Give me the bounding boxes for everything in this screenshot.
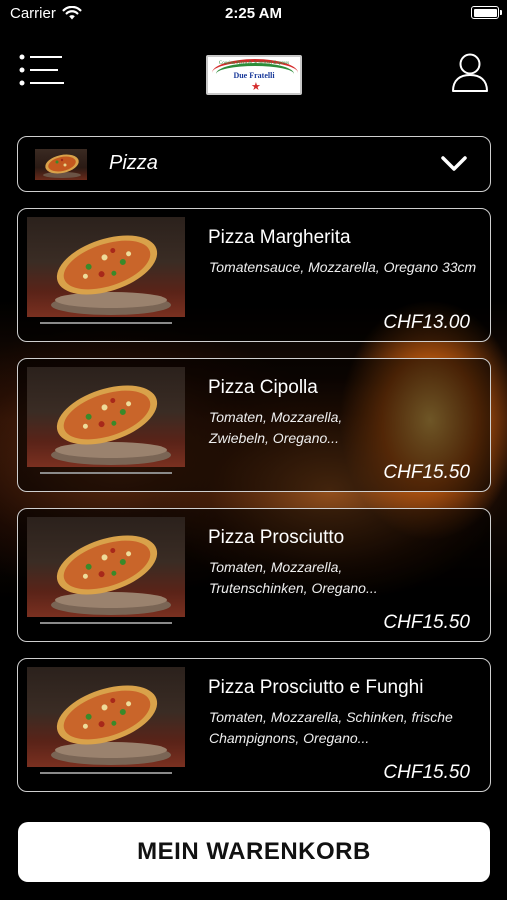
product-image <box>27 667 185 767</box>
product-card[interactable]: Pizza Margherita Tomatensauce, Mozzarell… <box>17 208 491 342</box>
product-description: Tomatensauce, Mozzarella, Oregano 33cm <box>209 259 477 275</box>
app-header: Cousins Pizza & Schnitzel Express Due Fr… <box>0 45 507 105</box>
battery-icon <box>471 6 502 19</box>
product-price: CHF15.50 <box>383 462 470 483</box>
category-dropdown[interactable]: Pizza <box>17 136 491 192</box>
product-card[interactable]: Pizza Prosciutto e Funghi Tomaten, Mozza… <box>17 658 491 792</box>
product-name: Pizza Prosciutto e Funghi <box>208 677 424 698</box>
selected-category: Pizza <box>109 152 158 174</box>
product-name: Pizza Prosciutto <box>208 527 345 548</box>
product-image <box>27 517 185 617</box>
image-underline <box>40 622 172 624</box>
image-underline <box>40 472 172 474</box>
product-price: CHF15.50 <box>383 762 470 783</box>
brand-logo[interactable]: Cousins Pizza & Schnitzel Express Due Fr… <box>206 55 302 95</box>
chevron-down-icon <box>441 156 467 171</box>
product-name: Pizza Cipolla <box>208 377 318 398</box>
star-icon: ★ <box>251 80 261 93</box>
product-description: Tomaten, Mozzarella, Trutenschinken, Ore… <box>209 559 378 596</box>
logo-tagline: Cousins Pizza & Schnitzel Express <box>218 61 290 66</box>
product-price: CHF15.50 <box>383 612 470 633</box>
cart-button[interactable]: MEIN WARENKORB <box>18 822 490 882</box>
category-thumbnail <box>35 149 87 180</box>
product-image <box>27 367 185 467</box>
product-description: Tomaten, Mozzarella, Schinken, frische C… <box>209 709 453 746</box>
product-description: Tomaten, Mozzarella, Zwiebeln, Oregano..… <box>209 409 343 446</box>
user-profile-icon[interactable] <box>451 51 489 93</box>
product-price: CHF13.00 <box>383 312 470 333</box>
cart-button-label: MEIN WARENKORB <box>137 838 371 865</box>
product-card[interactable]: Pizza Prosciutto Tomaten, Mozzarella, Tr… <box>17 508 491 642</box>
product-image <box>27 217 185 317</box>
product-name: Pizza Margherita <box>208 227 351 248</box>
image-underline <box>40 772 172 774</box>
image-underline <box>40 322 172 324</box>
status-time: 2:25 AM <box>225 5 282 22</box>
logo-name: Due Fratelli <box>233 71 275 80</box>
status-bar: Carrier 2:25 AM <box>0 0 507 30</box>
menu-icon[interactable] <box>18 53 66 87</box>
product-card[interactable]: Pizza Cipolla Tomaten, Mozzarella, Zwieb… <box>17 358 491 492</box>
